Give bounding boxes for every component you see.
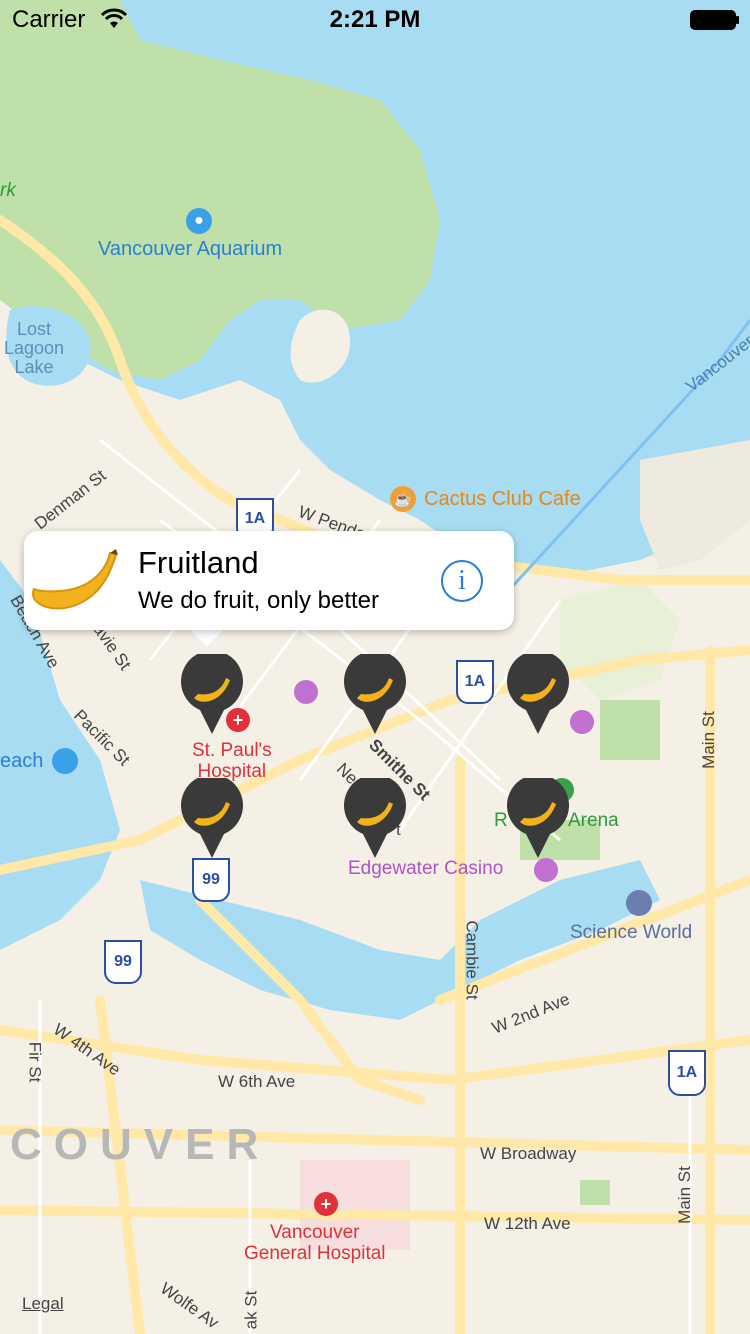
banana-pin-marker-icon — [181, 650, 243, 734]
theatre-icon-2 — [570, 710, 594, 734]
clock: 2:21 PM — [329, 6, 421, 33]
street-fir: Fir St — [25, 1041, 45, 1083]
casino-icon — [534, 858, 558, 882]
callout-subtitle: We do fruit, only better — [138, 587, 380, 614]
street-w-6th: W 6th Ave — [218, 1072, 296, 1091]
rogers-arena-label: Arena — [568, 810, 619, 831]
highway-shield-1a-3: 1A — [668, 1050, 706, 1096]
banana-pin-4[interactable] — [180, 774, 244, 860]
battery-icon — [690, 10, 739, 30]
highway-shield-1a-2: 1A — [456, 660, 494, 704]
street-cambie: Cambie St — [462, 920, 482, 1000]
banana-pin-3[interactable] — [506, 650, 570, 736]
street-w-broadway: W Broadway — [480, 1144, 577, 1163]
banana-pin-marker-icon — [344, 774, 406, 858]
museum-icon — [626, 890, 652, 916]
banana-pin-2[interactable] — [343, 650, 407, 736]
general-hospital-icon: + — [314, 1192, 338, 1216]
district-label: COUVER — [10, 1120, 271, 1169]
theatre-icon — [294, 680, 318, 704]
banana-pin-1[interactable] — [180, 650, 244, 736]
edgewater-casino-label: Edgewater Casino — [348, 858, 504, 879]
street-w-12th: W 12th Ave — [484, 1214, 571, 1233]
info-button[interactable]: i — [441, 560, 483, 602]
st-pauls-hospital-label: St. Paul's Hospital — [192, 740, 272, 782]
street-main-bottom: Main St — [674, 1166, 694, 1224]
banana-pin-6[interactable] — [506, 774, 570, 860]
banana-pin-marker-icon — [507, 650, 569, 734]
annotation-callout[interactable]: Fruitland We do fruit, only better i — [24, 531, 514, 630]
highway-shield-99-2: 99 — [104, 940, 142, 984]
street-oak: ak St — [241, 1290, 261, 1330]
lost-lagoon-label: Lost Lagoon Lake — [4, 319, 65, 377]
street-main-top: Main St — [698, 711, 718, 769]
banana-pin-marker-icon — [344, 650, 406, 734]
highway-shield-99: 99 — [192, 858, 230, 902]
callout-title: Fruitland — [138, 545, 259, 580]
status-bar: Carrier 2:21 PM — [0, 0, 750, 40]
legal-link[interactable]: Legal — [22, 1294, 64, 1314]
banana-icon — [31, 549, 118, 610]
aquarium-label: Vancouver Aquarium — [98, 238, 283, 260]
beach-label: each — [0, 750, 44, 772]
banana-pin-marker-icon — [181, 774, 243, 858]
banana-pin-5[interactable] — [343, 774, 407, 860]
beach-icon — [52, 748, 78, 774]
stanley-park-label: rk — [0, 180, 16, 201]
cafe-icon: ☕ — [390, 486, 416, 512]
science-world-label: Science World — [570, 922, 693, 943]
aquarium-icon: ● — [186, 208, 212, 234]
vancouver-general-hospital-label: Vancouver General Hospital — [244, 1222, 386, 1264]
banana-pin-marker-icon — [507, 774, 569, 858]
cactus-club-label: Cactus Club Cafe — [424, 488, 581, 510]
